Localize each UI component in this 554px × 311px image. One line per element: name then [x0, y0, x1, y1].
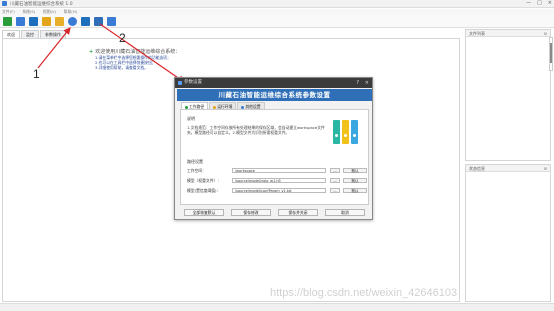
dialog-app-icon	[178, 81, 182, 85]
browse-button[interactable]: ...	[330, 178, 340, 183]
section-description-heading: 说明	[187, 116, 195, 121]
status-panel: 状态信息 ⊞	[465, 164, 551, 302]
model-path-input[interactable]: /source/model/yolo_w1.h5	[232, 178, 326, 183]
browse-button[interactable]: ...	[330, 188, 340, 193]
path-row-workspace: 工作空间： /workspace ... 默认	[187, 167, 367, 174]
panel-header: 文件列表 ⊞	[466, 30, 550, 37]
field-label: 模型（权重文件）：	[187, 178, 222, 183]
file-list-panel: 文件列表 ⊞	[465, 29, 551, 161]
annotation-label-2: 2	[119, 31, 126, 45]
cancel-button[interactable]: 取消	[325, 209, 365, 216]
panel-title: 状态信息	[469, 166, 485, 171]
restore-defaults-button[interactable]: 全部恢复默认	[184, 209, 224, 216]
tab-work-path[interactable]: 工作路径	[181, 102, 209, 109]
section-path-heading: 路径设置	[187, 159, 203, 164]
tab-other-settings[interactable]: 其他设置	[237, 102, 265, 109]
pin-icon[interactable]: ⊞	[544, 165, 547, 172]
settings-icon[interactable]	[68, 17, 77, 26]
panel-header: 状态信息 ⊞	[466, 165, 550, 172]
welcome-line: 3.详细使用帮助，请查看文档。	[95, 65, 148, 70]
folders-illustration	[331, 116, 361, 146]
app-icon	[2, 1, 7, 6]
save-changes-button[interactable]: 保存修改	[231, 209, 271, 216]
binder-icon	[333, 120, 340, 144]
save-and-close-button[interactable]: 保存并关闭	[278, 209, 318, 216]
help-button[interactable]: ?	[356, 78, 359, 88]
dialog-title: 参数设置	[184, 80, 202, 85]
default-button[interactable]: 默认	[343, 188, 367, 193]
status-bar	[0, 303, 554, 311]
close-button[interactable]: ×	[548, 0, 552, 6]
threshold-path-input[interactable]: /source/model/confParam_v1.txt	[232, 188, 326, 193]
annotation-label-1: 1	[33, 67, 40, 81]
pin-icon[interactable]: ⊞	[544, 30, 547, 37]
user-icon[interactable]	[55, 17, 64, 26]
path-row-threshold: 模型(置信度阈值)： /source/model/confParam_v1.tx…	[187, 187, 367, 194]
browse-button[interactable]: ...	[330, 168, 340, 173]
monitor-icon[interactable]	[81, 17, 90, 26]
panel-title: 文件列表	[469, 31, 485, 36]
path-row-model: 模型（权重文件）： /source/model/yolo_w1.h5 ... 默…	[187, 177, 367, 184]
home-icon[interactable]	[42, 17, 51, 26]
workspace-path-input[interactable]: /workspace	[232, 168, 326, 173]
open-icon[interactable]	[16, 17, 25, 26]
field-label: 工作空间：	[187, 168, 206, 173]
dialog-titlebar: 参数设置 ? ×	[175, 78, 372, 88]
binder-icon	[342, 120, 349, 144]
description-text: 1.文档规范：工作空间存放所有处理结果的保存区域，会自动建立workspace文…	[187, 125, 325, 135]
save-icon[interactable]	[29, 17, 38, 26]
panel-collapse-tab[interactable]	[549, 37, 553, 71]
document-tabs: 欢迎 监控 参数操作	[2, 30, 67, 38]
window-controls: — □ ×	[526, 0, 552, 6]
default-button[interactable]: 默认	[343, 168, 367, 173]
toolbar	[0, 15, 554, 28]
welcome-block: + 欢迎使用川藏石油智能运维综合系统： 1.请在菜单栏中选择您想要操作的功能选项；…	[89, 48, 180, 70]
parameter-icon[interactable]	[94, 17, 103, 26]
dialog-close-button[interactable]: ×	[365, 78, 369, 88]
settings-dialog: 参数设置 ? × 川藏石油智能运维综合系统参数设置 工作路径 运行环境 其他设置…	[174, 77, 373, 220]
plus-icon: +	[89, 49, 94, 55]
tab-parameter[interactable]: 参数操作	[40, 30, 66, 38]
layers-icon[interactable]	[107, 17, 116, 26]
window-titlebar: 川藏石油智能运维综合系统 1.0 — □ ×	[0, 0, 554, 8]
field-label: 模型(置信度阈值)：	[187, 188, 221, 193]
banner-title: 川藏石油智能运维综合系统参数设置	[218, 91, 331, 99]
maximize-button[interactable]: □	[537, 0, 542, 6]
welcome-title: + 欢迎使用川藏石油智能运维综合系统：	[89, 49, 181, 55]
dialog-panel: 说明 1.文档规范：工作空间存放所有处理结果的保存区域，会自动建立workspa…	[180, 109, 369, 205]
binder-icon	[351, 120, 358, 144]
default-button[interactable]: 默认	[343, 178, 367, 183]
tab-monitor[interactable]: 监控	[21, 30, 39, 38]
dialog-banner: 川藏石油智能运维综合系统参数设置	[177, 89, 372, 101]
tab-welcome[interactable]: 欢迎	[2, 30, 20, 38]
dialog-button-row: 全部恢复默认 保存修改 保存并关闭 取消	[180, 209, 369, 217]
tab-run-env[interactable]: 运行环境	[209, 102, 237, 109]
minimize-button[interactable]: —	[526, 0, 531, 6]
watermark: https://blog.csdn.net/weixin_42646103	[270, 287, 458, 299]
new-icon[interactable]	[3, 17, 12, 26]
window-title: 川藏石油智能运维综合系统 1.0	[10, 2, 73, 7]
dialog-tabs: 工作路径 运行环境 其他设置	[181, 102, 266, 109]
